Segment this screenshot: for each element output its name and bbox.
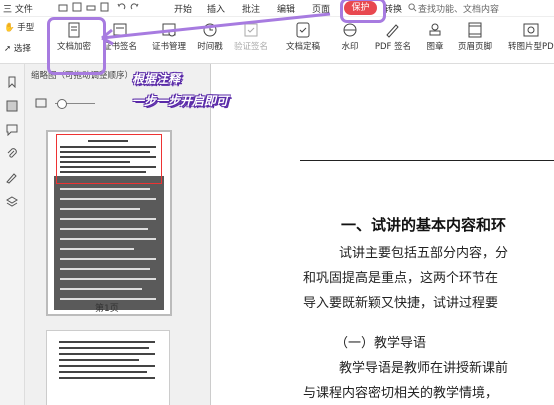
hand-icon: ✋ xyxy=(4,23,15,33)
timestamp-button[interactable]: 时间戳 xyxy=(193,19,227,52)
layers-icon[interactable] xyxy=(6,196,18,208)
export-icon[interactable] xyxy=(100,2,110,12)
stamp-icon xyxy=(429,23,441,36)
annotation-text-1: 根据注释 xyxy=(132,72,181,86)
cert-manage-button[interactable]: 证书管理 xyxy=(148,19,190,52)
document-view: 一、试讲的基本内容和环 试讲主要包括五部分内容，分 和巩固提高是重点，这两个环节… xyxy=(211,64,554,405)
thumbnail-panel: 缩略图（可拖动调整顺序） 第1页 xyxy=(25,64,211,405)
comment-icon[interactable] xyxy=(6,124,18,136)
menu-start[interactable]: 开始 xyxy=(174,2,192,15)
page-thumbnail-2[interactable] xyxy=(46,330,170,405)
watermark-button[interactable]: 水印 xyxy=(335,19,365,52)
doc-finalize-button[interactable]: 文档定稿 xyxy=(280,19,326,52)
select-tool-button[interactable]: ➚ 选择 xyxy=(4,42,31,54)
undo-icon[interactable] xyxy=(116,2,126,12)
save-icon[interactable] xyxy=(72,2,82,12)
page-thumbnail-1[interactable] xyxy=(46,130,172,316)
pen-icon xyxy=(386,24,399,38)
bookmark-icon[interactable] xyxy=(6,76,18,88)
certificate-icon xyxy=(113,23,127,36)
attachment-icon[interactable] xyxy=(6,148,18,160)
print-icon[interactable] xyxy=(86,2,96,12)
menu-convert[interactable]: 转换 xyxy=(384,2,402,15)
menu-edit[interactable]: 编辑 xyxy=(277,2,295,15)
header-footer-button[interactable]: 页眉页脚 xyxy=(452,19,498,52)
menu-bar: 三 文件 开始 插入 批注 编辑 页面 保护 转换 查找功能、文档内容 xyxy=(0,0,554,17)
cert-manage-icon xyxy=(162,23,176,37)
search-input[interactable]: 查找功能、文档内容 xyxy=(418,2,499,15)
header-footer-icon xyxy=(468,22,482,38)
doc-line-5: 与课程内容密切相关的教学情境， xyxy=(303,386,499,401)
menu-insert[interactable]: 插入 xyxy=(207,2,225,15)
to-image-pdf-button[interactable]: 转图片型PDF xyxy=(508,19,554,52)
annotation-text-2: 一步一步开启即可 xyxy=(132,94,229,108)
doc-line-1: 试讲主要包括五部分内容，分 xyxy=(339,246,509,261)
doc-subheading: （一）教学导语 xyxy=(335,336,427,351)
cursor-icon: ➚ xyxy=(4,44,12,54)
verify-sign-button[interactable]: 验证签名 xyxy=(230,19,272,52)
hand-tool-button[interactable]: ✋ 手型 xyxy=(4,21,34,33)
pdf-sign-button[interactable]: PDF 签名 xyxy=(370,19,416,52)
page-1-label: 第1页 xyxy=(95,304,119,314)
finalize-icon xyxy=(296,22,310,38)
left-sidebar xyxy=(0,64,25,405)
redo-icon[interactable] xyxy=(130,2,140,12)
stamp-button[interactable]: 图章 xyxy=(422,19,448,52)
doc-line-3: 导入要既新颖又快捷，试讲过程要 xyxy=(303,296,499,311)
header-rule xyxy=(300,160,554,161)
section-heading: 一、试讲的基本内容和环 xyxy=(341,216,507,234)
image-icon xyxy=(35,98,47,108)
menu-page[interactable]: 页面 xyxy=(312,2,330,15)
highlight-encrypt xyxy=(47,17,106,75)
menu-file[interactable]: 三 文件 xyxy=(3,2,33,15)
verify-icon xyxy=(244,23,258,37)
clock-icon xyxy=(203,23,217,37)
doc-line-4: 教学导语是教师在讲授新课前 xyxy=(339,361,509,376)
thumbnail-icon[interactable] xyxy=(6,100,18,112)
signature-icon[interactable] xyxy=(6,172,18,184)
image-pdf-icon xyxy=(523,23,539,37)
menu-comment[interactable]: 批注 xyxy=(242,2,260,15)
watermark-icon xyxy=(343,23,357,37)
search-icon xyxy=(408,3,417,12)
folder-icon[interactable] xyxy=(58,2,68,12)
zoom-slider-handle[interactable] xyxy=(57,99,67,109)
doc-line-2: 和巩固提高是重点，这两个环节在 xyxy=(303,271,499,286)
highlight-protect xyxy=(340,0,386,23)
